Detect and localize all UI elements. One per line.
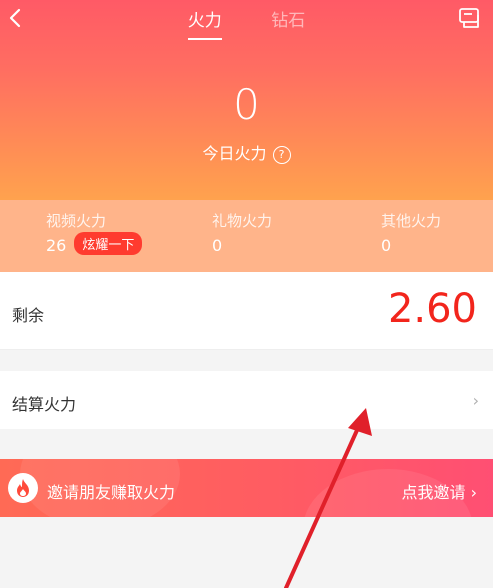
fire-icon (17, 479, 29, 497)
stat-value: 0 (381, 236, 392, 255)
stat-value: 0 (212, 236, 223, 255)
tab-huoli[interactable]: 火力 (187, 6, 222, 40)
hero-header: 火力 钻石 0 今日火力? (0, 0, 493, 200)
wallet-icon (459, 8, 479, 28)
stat-label: 视频火力 (46, 212, 107, 230)
fire-stats-bar: 视频火力 26 炫耀一下 礼物火力 0 其他火力 0 (0, 200, 493, 272)
today-fire-row: 今日火力? (0, 140, 493, 164)
invite-banner[interactable]: 邀请朋友赚取火力 点我邀请 › (0, 459, 493, 517)
fire-badge (8, 473, 38, 503)
help-icon[interactable]: ? (272, 145, 291, 164)
tab-zuanshi[interactable]: 钻石 (271, 6, 305, 31)
stat-value: 26 (46, 236, 67, 255)
wallet-button[interactable] (457, 6, 483, 30)
stat-video-fire: 视频火力 26 炫耀一下 (46, 210, 143, 255)
settle-fire-row[interactable]: 结算火力 › (0, 371, 493, 429)
stat-other-fire: 其他火力 0 (381, 210, 441, 255)
stat-gift-fire: 礼物火力 0 (212, 210, 272, 255)
invite-text: 邀请朋友赚取火力 (47, 483, 176, 502)
show-off-button[interactable]: 炫耀一下 (74, 232, 143, 255)
today-fire-value: 0 (233, 80, 260, 129)
stat-label: 其他火力 (381, 212, 442, 230)
invite-action-link[interactable]: 点我邀请 › (402, 479, 478, 503)
balance-label: 剩余 (12, 306, 45, 325)
today-fire-label: 今日火力 (202, 144, 267, 163)
balance-amount: 2.60 (387, 286, 477, 332)
balance-row: 剩余 2.60 (0, 272, 493, 350)
chevron-right-icon: › (472, 391, 479, 410)
settle-fire-label: 结算火力 (12, 395, 77, 414)
tab-bar: 火力 钻石 (0, 6, 493, 40)
stat-label: 礼物火力 (212, 212, 273, 230)
